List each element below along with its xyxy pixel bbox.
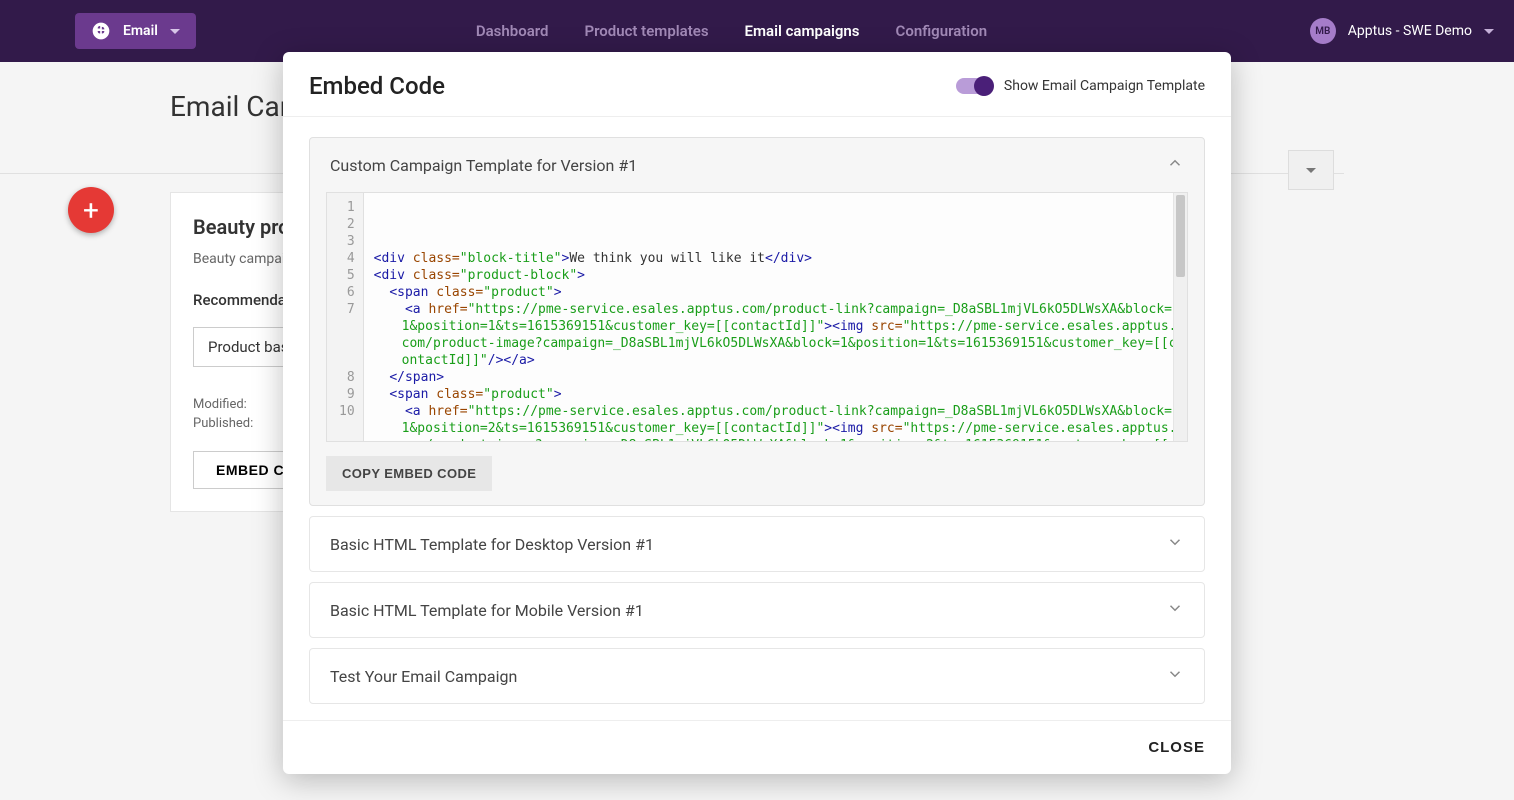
avatar: MB (1310, 18, 1336, 44)
caret-down-icon (170, 29, 180, 34)
chevron-up-icon (1166, 154, 1184, 176)
chevron-down-icon (1166, 599, 1184, 621)
nav-links: Dashboard Product templates Email campai… (476, 22, 987, 40)
user-name: Apptus - SWE Demo (1348, 23, 1472, 39)
nav-product-templates[interactable]: Product templates (584, 22, 708, 40)
embed-code-modal: Embed Code Show Email Campaign Template … (283, 52, 1231, 774)
modal-header: Embed Code Show Email Campaign Template (283, 52, 1231, 117)
panel-custom-title: Custom Campaign Template for Version #1 (330, 156, 637, 175)
caret-down-icon (1484, 29, 1494, 34)
brand-label: Email (123, 23, 158, 39)
modal-body: Custom Campaign Template for Version #1 … (283, 117, 1231, 720)
user-menu[interactable]: MB Apptus - SWE Demo (1310, 18, 1494, 44)
panel-test-title: Test Your Email Campaign (330, 667, 517, 686)
panel-custom-header[interactable]: Custom Campaign Template for Version #1 (310, 138, 1204, 192)
brand-logo-icon (91, 21, 111, 41)
code-gutter: 1234567 8910 (327, 193, 364, 441)
panel-test-header[interactable]: Test Your Email Campaign (310, 649, 1204, 703)
panel-desktop-header[interactable]: Basic HTML Template for Desktop Version … (310, 517, 1204, 571)
panel-mobile-header[interactable]: Basic HTML Template for Mobile Version #… (310, 583, 1204, 637)
scrollbar-thumb[interactable] (1176, 195, 1185, 277)
nav-email-campaigns[interactable]: Email campaigns (745, 22, 860, 40)
panel-mobile-template: Basic HTML Template for Mobile Version #… (309, 582, 1205, 638)
modal-title: Embed Code (309, 72, 445, 100)
modal-footer: CLOSE (283, 720, 1231, 774)
copy-embed-code-button[interactable]: COPY EMBED CODE (326, 456, 492, 491)
toggle-wrap: Show Email Campaign Template (956, 78, 1205, 94)
panel-desktop-template: Basic HTML Template for Desktop Version … (309, 516, 1205, 572)
chevron-down-icon (1166, 665, 1184, 687)
panel-mobile-title: Basic HTML Template for Mobile Version #… (330, 601, 644, 620)
code-scrollbar[interactable] (1173, 193, 1187, 441)
nav-configuration[interactable]: Configuration (896, 22, 988, 40)
panel-custom-template: Custom Campaign Template for Version #1 … (309, 137, 1205, 506)
brand-dropdown[interactable]: Email (75, 13, 196, 49)
toggle-label: Show Email Campaign Template (1004, 78, 1205, 94)
chevron-down-icon (1166, 533, 1184, 555)
panel-desktop-title: Basic HTML Template for Desktop Version … (330, 535, 654, 554)
code-content: <div class="block-title">We think you wi… (364, 193, 1187, 441)
nav-dashboard[interactable]: Dashboard (476, 22, 549, 40)
add-fab[interactable]: + (68, 187, 114, 233)
plus-icon: + (83, 194, 99, 227)
page-options-dropdown[interactable] (1288, 150, 1334, 190)
code-editor[interactable]: 1234567 8910 <div class="block-title">We… (326, 192, 1188, 442)
panel-test-campaign: Test Your Email Campaign (309, 648, 1205, 704)
close-button[interactable]: CLOSE (1148, 739, 1205, 756)
caret-down-icon (1306, 168, 1316, 173)
show-template-toggle[interactable] (956, 78, 992, 94)
